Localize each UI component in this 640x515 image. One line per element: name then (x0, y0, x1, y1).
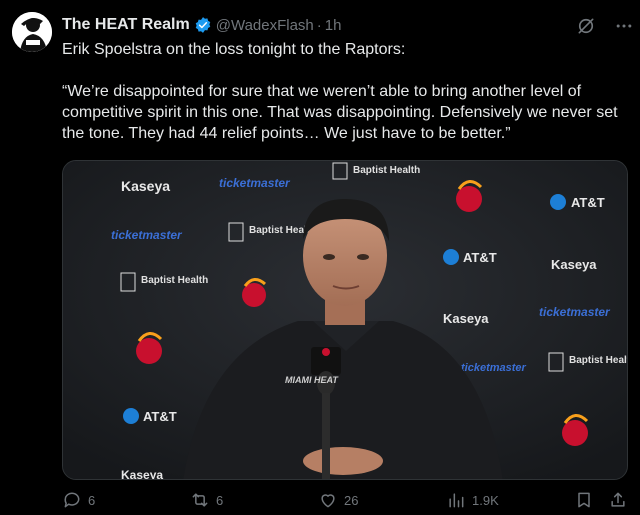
like-count: 26 (344, 492, 359, 508)
post-action-bar: 6 6 26 1.9K (62, 488, 628, 512)
backdrop-logo-baptist-4: Baptist Health (569, 355, 628, 366)
avatar-silhouette-icon (12, 12, 52, 52)
backdrop-logo-kaseya: Kaseya (121, 178, 170, 194)
backdrop-logo-ticketmaster-3: ticketmaster (539, 305, 611, 319)
views-chart-icon (449, 493, 464, 508)
backdrop-logo-kaseya-2: Kaseya (121, 468, 163, 480)
author-name[interactable]: The HEAT Realm (62, 16, 190, 34)
jacket-logo-text: MIAMI HEAT (285, 375, 339, 385)
backdrop-logo-baptist: Baptist Health (353, 165, 420, 176)
share-button[interactable] (608, 490, 628, 510)
post-timestamp[interactable]: 1h (325, 17, 342, 34)
bookmark-button[interactable] (574, 490, 594, 510)
author-handle[interactable]: @WadexFlash (216, 17, 314, 34)
press-conference-photo: Kaseya ticketmaster Baptist Health ticke… (63, 161, 628, 480)
bookmark-icon (578, 492, 590, 508)
reply-count: 6 (88, 492, 96, 508)
backdrop-logo-kaseya-3: Kaseya (551, 257, 597, 272)
backdrop-logo-ticketmaster-4: ticketmaster (461, 362, 527, 374)
backdrop-logo-ticketmaster-2: ticketmaster (111, 228, 183, 242)
separator-dot: · (316, 16, 322, 34)
heart-icon (321, 494, 335, 508)
verified-badge-icon[interactable] (194, 16, 212, 34)
backdrop-logo-att-3: AT&T (463, 250, 497, 265)
backdrop-logo-kaseya-4: Kaseya (443, 311, 489, 326)
backdrop-logo-att: AT&T (143, 409, 177, 424)
post-text: Erik Spoelstra on the loss tonight to th… (62, 39, 628, 165)
post-text-intro: Erik Spoelstra on the loss tonight to th… (62, 41, 406, 58)
backdrop-logo-baptist-3: Baptist Health (141, 275, 208, 286)
header-actions (576, 16, 634, 41)
backdrop-logo-ticketmaster: ticketmaster (219, 176, 291, 190)
repost-icon (192, 493, 208, 507)
views-button[interactable]: 1.9K (446, 490, 499, 510)
post-text-quote: “We’re disappointed for sure that we wer… (62, 83, 618, 142)
repost-button[interactable]: 6 (190, 490, 223, 510)
like-button[interactable]: 26 (318, 490, 358, 510)
grok-icon[interactable] (576, 16, 596, 41)
author-avatar[interactable] (12, 12, 52, 52)
backdrop-logo-att-2: AT&T (571, 195, 605, 210)
reply-button[interactable]: 6 (62, 490, 95, 510)
post-header: The HEAT Realm @WadexFlash · 1h (62, 14, 630, 36)
reply-icon (64, 492, 80, 508)
share-icon (611, 492, 625, 507)
post-media-image[interactable]: Kaseya ticketmaster Baptist Health ticke… (62, 160, 628, 480)
view-count: 1.9K (472, 492, 499, 508)
more-options-icon[interactable] (614, 16, 634, 41)
repost-count: 6 (216, 492, 224, 508)
